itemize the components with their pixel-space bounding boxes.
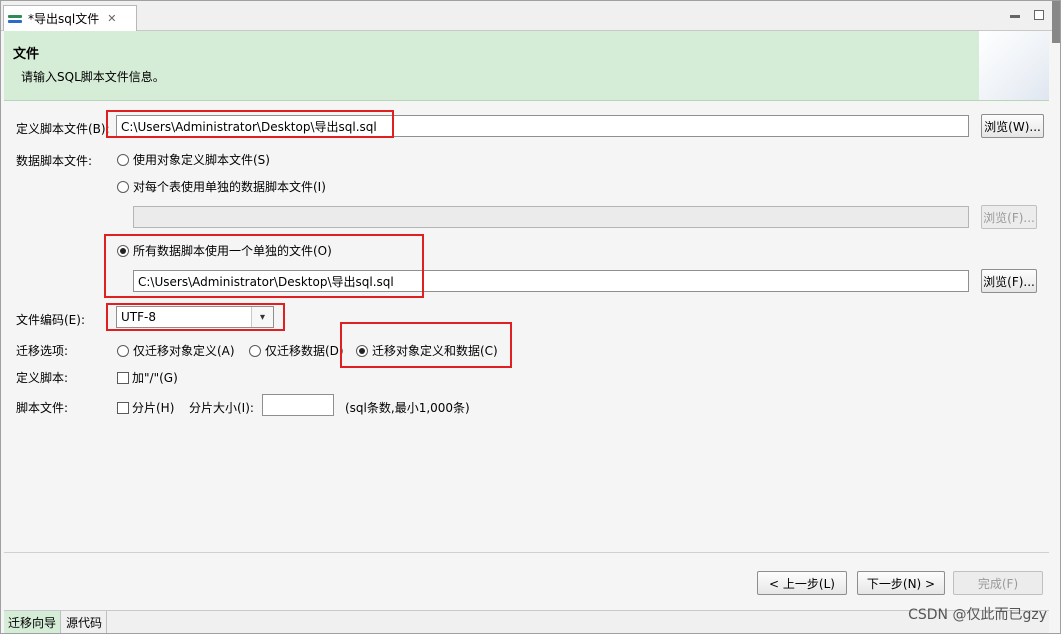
radio-migrate-def-only[interactable]: 仅迁移对象定义(A) (117, 342, 235, 359)
radio-single-file[interactable]: 所有数据脚本使用一个单独的文件(O) (117, 242, 332, 259)
radio-circle (117, 153, 129, 166)
finish-button[interactable]: 完成(F) (953, 571, 1043, 595)
next-button[interactable]: 下一步(N) > (857, 571, 945, 595)
radio-circle (117, 344, 129, 357)
checkbox-label: 加"/"(G) (132, 371, 178, 385)
radio-label: 仅迁移数据(D) (265, 344, 344, 358)
header-banner-image (979, 31, 1049, 101)
maximize-icon[interactable] (1034, 10, 1044, 20)
browse-f-disabled-button[interactable]: 浏览(F)... (981, 205, 1037, 229)
page-title: 文件 (13, 47, 40, 62)
radio-label: 所有数据脚本使用一个单独的文件(O) (133, 244, 332, 258)
each-table-input[interactable] (133, 206, 969, 228)
encoding-label: 文件编码(E): (16, 313, 85, 327)
radio-migrate-data-only[interactable]: 仅迁移数据(D) (249, 342, 344, 359)
checkbox-add-slash[interactable]: 加"/"(G) (117, 369, 178, 386)
tab-export-sql[interactable]: *导出sql文件 ✕ (3, 5, 137, 31)
bottom-tab-bar: 迁移向导 源代码 (4, 610, 1049, 633)
form-area: 定义脚本文件(B): C:\Users\Administrator\Deskto… (4, 102, 1049, 552)
radio-circle (117, 180, 129, 193)
def-script-label: 定义脚本文件(B): (16, 122, 110, 136)
tab-source-code[interactable]: 源代码 (62, 611, 108, 633)
split-size-input[interactable] (262, 394, 334, 416)
wizard-window: *导出sql文件 ✕ 文件 请输入SQL脚本文件信息。 定义脚本文件(B): C… (0, 0, 1061, 634)
minimize-icon[interactable] (1010, 15, 1020, 18)
encoding-value: UTF-8 (121, 310, 156, 324)
radio-label: 对每个表使用单独的数据脚本文件(I) (133, 180, 326, 194)
split-size-label: 分片大小(I): (189, 401, 254, 415)
watermark: CSDN @仅此而已gzy (908, 607, 1047, 623)
migrate-label: 迁移选项: (16, 344, 69, 358)
radio-circle (249, 344, 261, 357)
radio-label: 仅迁移对象定义(A) (133, 344, 235, 358)
checkbox-split[interactable]: 分片(H) (117, 399, 174, 416)
chevron-down-icon: ▾ (251, 307, 273, 327)
script-file-label: 脚本文件: (16, 401, 69, 415)
def-script-input[interactable]: C:\Users\Administrator\Desktop\导出sql.sql (116, 115, 969, 137)
browse-w-button[interactable]: 浏览(W)... (981, 114, 1044, 138)
tab-title: *导出sql文件 (28, 12, 100, 26)
browse-f-button[interactable]: 浏览(F)... (981, 269, 1037, 293)
radio-use-def-script[interactable]: 使用对象定义脚本文件(S) (117, 151, 270, 168)
single-file-input[interactable]: C:\Users\Administrator\Desktop\导出sql.sql (133, 270, 969, 292)
editor-tab-bar: *导出sql文件 ✕ (1, 1, 1060, 43)
page-description: 请输入SQL脚本文件信息。 (21, 70, 165, 84)
tab-migrate-wizard[interactable]: 迁移向导 (4, 611, 62, 633)
close-icon[interactable]: ✕ (107, 12, 116, 25)
radio-migrate-both[interactable]: 迁移对象定义和数据(C) (356, 342, 498, 359)
radio-each-table[interactable]: 对每个表使用单独的数据脚本文件(I) (117, 178, 326, 195)
radio-label: 迁移对象定义和数据(C) (372, 344, 498, 358)
migrate-arrows-icon (8, 12, 24, 26)
checkbox-box (117, 371, 129, 384)
wizard-footer: < 上一步(L) 下一步(N) > 完成(F) (4, 552, 1049, 610)
checkbox-box (117, 401, 129, 414)
encoding-select[interactable]: UTF-8 ▾ (116, 306, 274, 328)
radio-circle-checked (117, 244, 129, 257)
radio-label: 使用对象定义脚本文件(S) (133, 153, 270, 167)
radio-circle-checked (356, 344, 368, 357)
scrollbar[interactable] (1052, 1, 1060, 43)
wizard-header: 文件 请输入SQL脚本文件信息。 (4, 31, 979, 101)
split-hint: (sql条数,最小1,000条) (345, 401, 470, 415)
data-script-label: 数据脚本文件: (16, 154, 93, 168)
prev-button[interactable]: < 上一步(L) (757, 571, 847, 595)
checkbox-label: 分片(H) (132, 401, 175, 415)
def-script2-label: 定义脚本: (16, 371, 69, 385)
